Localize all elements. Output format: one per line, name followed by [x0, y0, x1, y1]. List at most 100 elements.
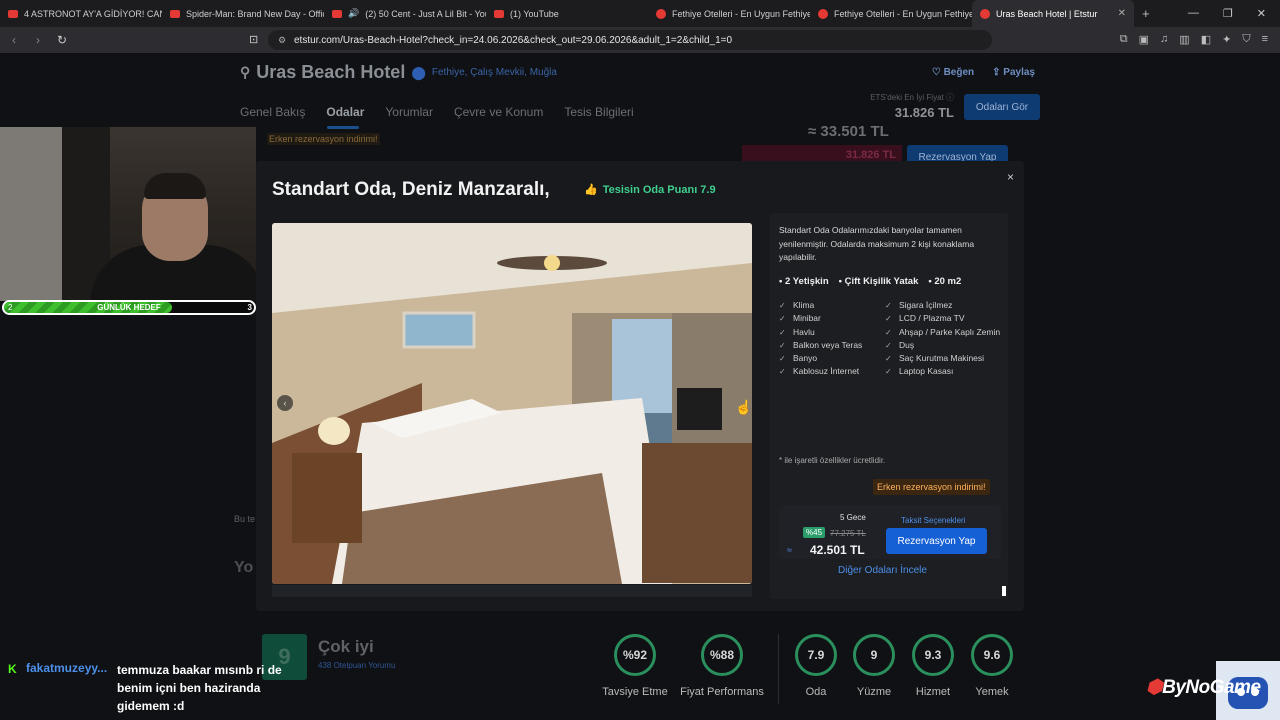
music-icon[interactable]: ♫	[1160, 33, 1168, 46]
tab-label: Spider-Man: Brand New Day - Officia	[186, 8, 324, 19]
address-bar-row: ‹ › ↻ ⊡ ⚙ etstur.com/Uras-Beach-Hotel?ch…	[0, 27, 1280, 53]
amenity-item: Minibar	[779, 312, 885, 325]
close-tab-icon[interactable]: ✕	[1118, 8, 1126, 19]
toolbar-icons: ⧉ ▣ ♫ ▥ ◧ ✦ ⛉ ≡	[1120, 33, 1268, 46]
daily-goal-bar: GÜNLÜK HEDEF 2 3	[2, 300, 256, 315]
hotel-location[interactable]: Fethiye, Çalış Mevkii, Muğla	[432, 67, 557, 78]
bynogame-logo-icon: ⬢	[1146, 677, 1163, 698]
close-window-icon[interactable]: ✕	[1257, 7, 1266, 20]
reservation-button[interactable]: Rezervasyon Yap	[886, 528, 987, 554]
maximize-icon[interactable]: ❐	[1223, 7, 1233, 20]
etstur-icon	[980, 8, 990, 19]
amenity-item: Balkon veya Teras	[779, 339, 885, 352]
reload-icon[interactable]: ↻	[52, 33, 72, 47]
bg-early-booking-badge: Erken rezervasyon indirimi!	[267, 133, 380, 145]
minimize-icon[interactable]: —	[1188, 7, 1199, 20]
room-score: 👍 Tesisin Oda Puanı 7.9	[584, 183, 716, 197]
url-text: etstur.com/Uras-Beach-Hotel?check_in=24.…	[294, 34, 733, 46]
bg-text: Bu te	[234, 514, 256, 524]
amenities-list: Klima Sigara İçilmez Minibar LCD / Plazm…	[779, 299, 1003, 379]
tab-tesis-bilgileri[interactable]: Tesis Bilgileri	[564, 105, 633, 119]
paid-note: * ile işaretli özellikler ücretlidir.	[779, 456, 886, 465]
share-label: Paylaş	[1003, 67, 1035, 78]
amenity-item: Havlu	[779, 326, 885, 339]
bulb-icon: ⚲	[240, 64, 251, 80]
screenshot-icon[interactable]: ▣	[1139, 33, 1149, 46]
wallet-icon[interactable]: ◧	[1201, 33, 1211, 46]
rooms-button[interactable]: Odaları Gör	[964, 94, 1040, 120]
ring-fiyat: %88	[701, 634, 743, 676]
browser-tab[interactable]: Spider-Man: Brand New Day - Officia	[162, 0, 324, 27]
ring-hizmet: 9.3	[912, 634, 954, 676]
goal-current: 2	[8, 303, 13, 312]
room-specs: 2 Yetişkin Çift Kişilik Yatak 20 m2	[779, 276, 961, 287]
best-price-label: ETS'deki En İyi Fiyat	[870, 93, 944, 102]
spec-bed: Çift Kişilik Yatak	[839, 276, 919, 287]
url-field[interactable]: ⚙ etstur.com/Uras-Beach-Hotel?check_in=2…	[268, 30, 992, 50]
bg-price-value: 33.501 TL	[820, 123, 889, 140]
forward-icon[interactable]: ›	[28, 33, 48, 47]
page-content: ⚲ Uras Beach Hotel ⬤ Fethiye, Çalış Mevk…	[0, 53, 1280, 720]
browser-tab-active[interactable]: Uras Beach Hotel | Etstur ✕	[972, 0, 1134, 27]
browser-tab[interactable]: Fethiye Otelleri - En Uygun Fethiye O	[648, 0, 810, 27]
close-icon[interactable]: ×	[1007, 170, 1014, 184]
amenity-item: Sigara İçilmez	[885, 299, 1003, 312]
hotel-tabs: Genel Bakış Odalar Yorumlar Çevre ve Kon…	[240, 105, 634, 119]
browser-tab[interactable]: (1) YouTube	[486, 0, 648, 27]
hotel-name: Uras Beach Hotel	[256, 62, 406, 82]
tab-label: Fethiye Otelleri - En Uygun Fethiye O	[834, 8, 972, 19]
new-tab-button[interactable]: +	[1134, 0, 1154, 27]
total-price: 42.501 TL	[810, 543, 865, 557]
room-photo[interactable]: ‹ ☝	[272, 223, 752, 584]
bg-heading: Yo	[234, 559, 254, 576]
room-photo-image	[272, 223, 752, 584]
ring-yemek: 9.6	[971, 634, 1013, 676]
old-price: 77.275 TL	[830, 529, 866, 538]
tab-strip: 4 ASTRONOT AY'A GİDİYOR! CANLI Y Spider-…	[0, 0, 1280, 27]
room-title: Standart Oda, Deniz Manzaralı,	[272, 179, 550, 200]
tab-cevre-konum[interactable]: Çevre ve Konum	[454, 105, 543, 119]
other-rooms-link[interactable]: Diğer Odaları İncele	[838, 565, 927, 576]
like-button[interactable]: ♡ Beğen	[932, 67, 974, 78]
menu-icon[interactable]: ≡	[1262, 33, 1268, 46]
reviews-summary: 9 Çok iyi 438 Otelpuan Yorumu %92 Tavsiy…	[262, 634, 1042, 720]
goal-target: 3	[247, 303, 252, 312]
browser-tab[interactable]: 4 ASTRONOT AY'A GİDİYOR! CANLI Y	[0, 0, 162, 27]
back-icon[interactable]: ‹	[4, 33, 24, 47]
extensions-icon[interactable]: ⧉	[1120, 33, 1128, 46]
amenity-item: Laptop Kasası	[885, 365, 1003, 378]
installment-link[interactable]: Taksit Seçenekleri	[901, 516, 965, 525]
share-button[interactable]: ⇪ Paylaş	[992, 67, 1035, 78]
vpn-icon[interactable]: ⛉	[1242, 33, 1250, 46]
bookmark-icon[interactable]: ⊡	[249, 33, 258, 46]
streamer-hair	[144, 173, 206, 199]
amenity-item: Klima	[779, 299, 885, 312]
bg-price: ≈ 33.501 TL	[808, 123, 889, 140]
spec-guests: 2 Yetişkin	[779, 276, 829, 287]
browser-tab[interactable]: 🔊 (2) 50 Cent - Just A Lil Bit - YouTu	[324, 0, 486, 27]
ring-label: Fiyat Performans	[680, 686, 764, 698]
etstur-icon	[818, 8, 828, 19]
amenity-item: LCD / Plazma TV	[885, 312, 1003, 325]
ai-icon[interactable]: ✦	[1222, 33, 1231, 46]
bynogame-logo: ⬢ByNoGame	[1146, 676, 1261, 699]
ring-label: Yemek	[975, 686, 1009, 698]
price-box: 5 Gece Taksit Seçenekleri %45 77.275 TL …	[779, 505, 1001, 559]
goal-label: GÜNLÜK HEDEF	[97, 303, 161, 312]
sidebar-icon[interactable]: ▥	[1179, 33, 1189, 46]
tab-label: 4 ASTRONOT AY'A GİDİYOR! CANLI Y	[24, 8, 162, 19]
site-info-icon[interactable]: ⚙	[278, 35, 286, 46]
tab-yorumlar[interactable]: Yorumlar	[385, 105, 433, 119]
review-count-link[interactable]: 438 Otelpuan Yorumu	[318, 661, 395, 670]
etstur-icon	[656, 8, 666, 19]
heart-icon: ♡	[931, 67, 941, 78]
browser-tab[interactable]: Fethiye Otelleri - En Uygun Fethiye O	[810, 0, 972, 27]
hotel-header: ⚲ Uras Beach Hotel ⬤ Fethiye, Çalış Mevk…	[240, 62, 557, 83]
best-price-value: 31.826 TL	[894, 105, 954, 120]
tab-genel-bakis[interactable]: Genel Bakış	[240, 105, 305, 119]
tab-odalar[interactable]: Odalar	[326, 105, 364, 119]
previous-photo-arrow[interactable]: ‹	[277, 395, 293, 411]
amenity-item: Duş	[885, 339, 1003, 352]
room-modal: Standart Oda, Deniz Manzaralı, 👍 Tesisin …	[256, 161, 1024, 611]
room-details-panel: Standart Oda Odalarımızdaki banyolar tam…	[770, 213, 1008, 599]
